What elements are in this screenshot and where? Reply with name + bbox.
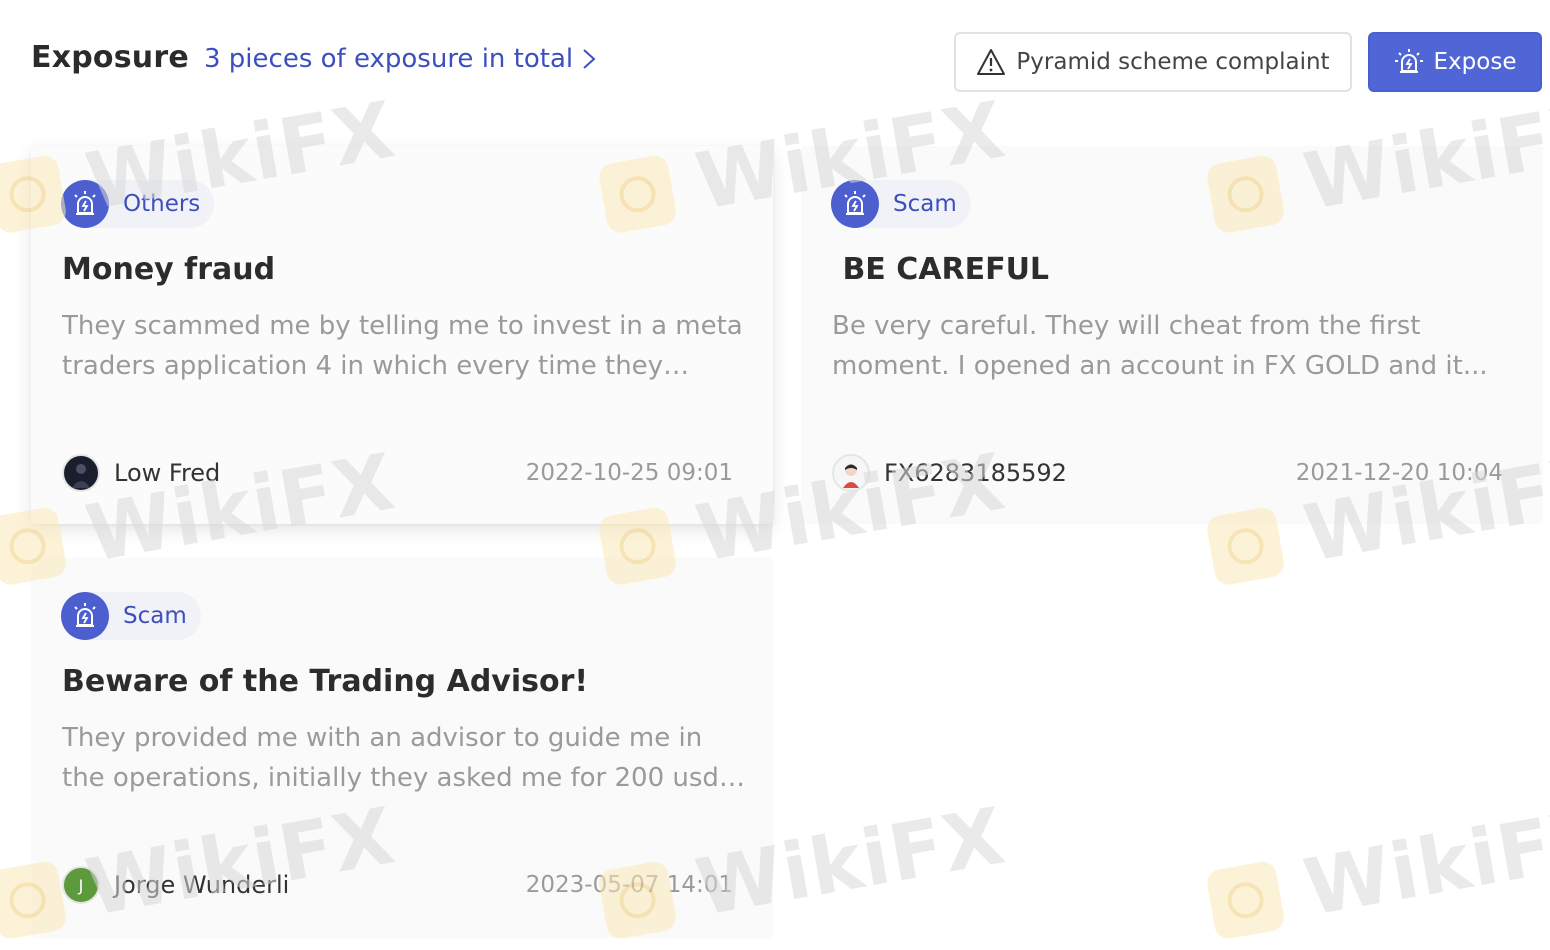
category-tag-label: Scam — [123, 603, 187, 629]
category-tag: Scam — [61, 592, 201, 640]
category-tag: Scam — [831, 180, 971, 228]
alarm-icon — [61, 592, 109, 640]
exposure-total-link[interactable]: 3 pieces of exposure in total — [204, 44, 597, 74]
card-title: BE CAREFUL — [832, 252, 1050, 287]
exposure-page: Exposure 3 pieces of exposure in total P… — [0, 0, 1550, 950]
warning-icon — [977, 49, 1006, 75]
pyramid-scheme-complaint-button[interactable]: Pyramid scheme complaint — [954, 32, 1352, 92]
expose-button[interactable]: Expose — [1368, 32, 1542, 92]
author-name: Low Fred — [114, 459, 221, 487]
category-tag: Others — [61, 180, 215, 228]
alarm-icon — [831, 180, 879, 228]
expose-button-label: Expose — [1433, 49, 1517, 75]
chevron-right-icon — [583, 49, 596, 69]
watermark: WikiFX — [1203, 791, 1550, 950]
avatar — [832, 454, 870, 492]
author-name: Jorge Wunderli — [114, 871, 290, 899]
page-title: Exposure — [31, 40, 189, 75]
card-author: FX6283185592 — [832, 454, 1067, 492]
exposure-card[interactable]: Scam Beware of the Trading Advisor! They… — [31, 558, 773, 938]
card-title: Money fraud — [62, 252, 276, 287]
exposure-card[interactable]: Scam BE CAREFUL Be very careful. They wi… — [801, 146, 1543, 524]
category-tag-label: Scam — [893, 191, 957, 217]
complaint-button-label: Pyramid scheme complaint — [1016, 49, 1330, 75]
card-author: Low Fred — [62, 454, 220, 492]
alarm-icon — [61, 180, 109, 228]
card-date: 2023-05-07 14:01 — [525, 872, 733, 898]
wikifx-logo-icon — [1205, 859, 1287, 941]
avatar: J — [62, 866, 100, 904]
author-name: FX6283185592 — [884, 459, 1067, 487]
card-excerpt: They provided me with an advisor to guid… — [62, 723, 719, 793]
card-excerpt: They scammed me by telling me to invest … — [62, 311, 743, 381]
alarm-icon — [1394, 49, 1423, 73]
card-author: J Jorge Wunderli — [62, 866, 289, 904]
card-date: 2021-12-20 10:04 — [1295, 460, 1503, 486]
exposure-total-label: 3 pieces of exposure in total — [204, 44, 574, 74]
card-date: 2022-10-25 09:01 — [525, 460, 733, 486]
exposure-card[interactable]: Others Money fraud They scammed me by te… — [31, 146, 773, 524]
card-excerpt: Be very careful. They will cheat from th… — [832, 311, 1488, 381]
card-title: Beware of the Trading Advisor! — [62, 664, 589, 699]
avatar-initial: J — [78, 875, 84, 895]
category-tag-label: Others — [123, 191, 201, 217]
avatar — [62, 454, 100, 492]
